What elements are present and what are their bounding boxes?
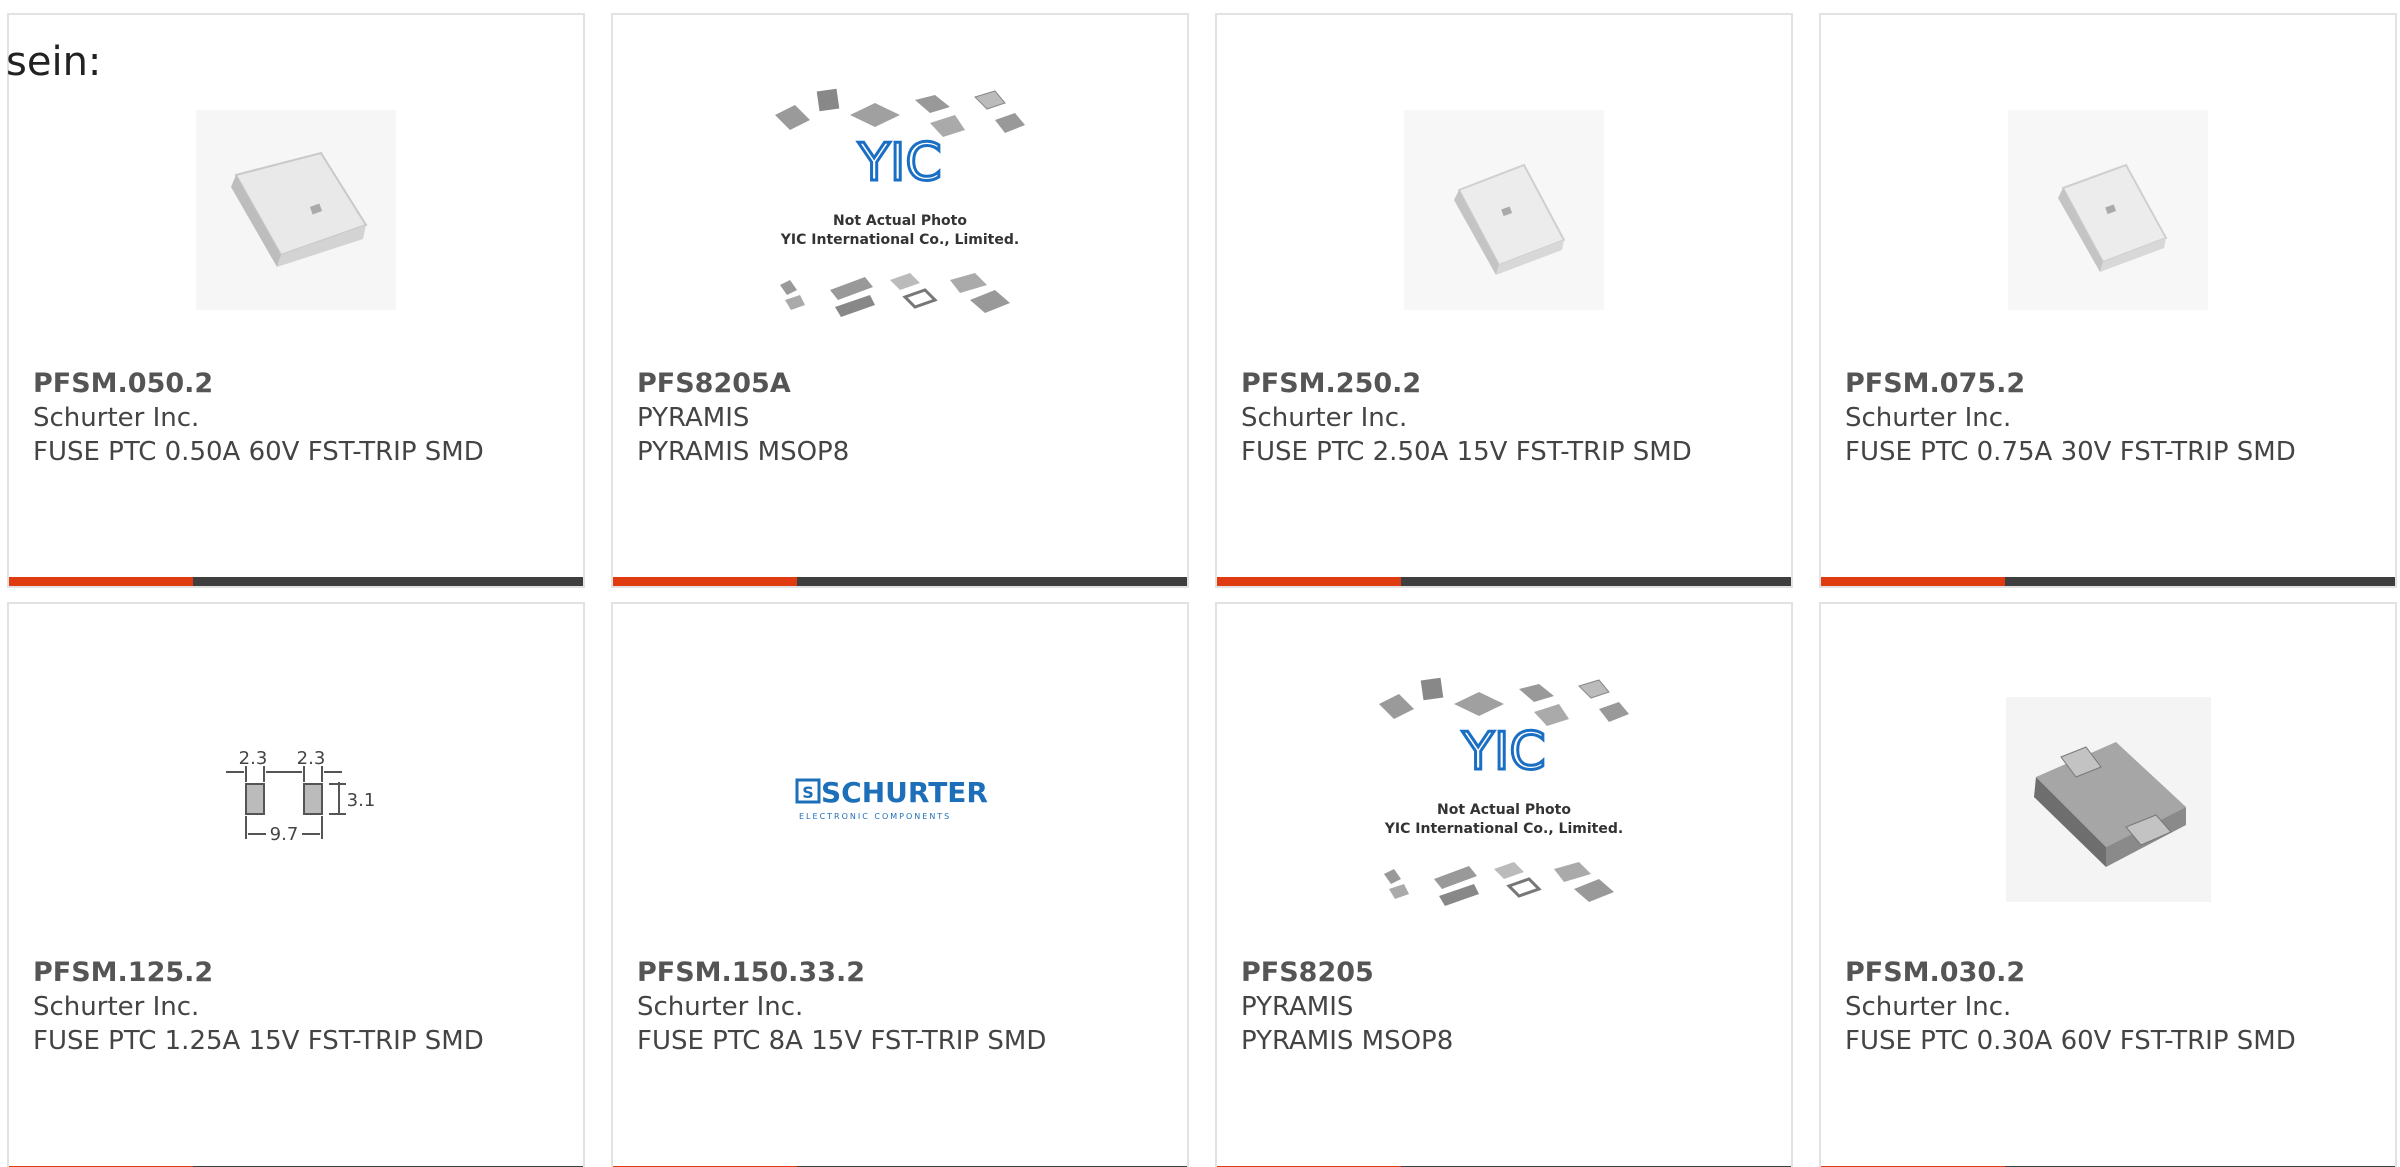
part-number-link[interactable]: PFSM.075.2 — [1845, 367, 2355, 401]
svg-text:3.1: 3.1 — [347, 790, 376, 811]
ptc-fuse-image-icon — [196, 110, 396, 310]
product-image[interactable] — [9, 75, 583, 345]
product-info: PFS8205 PYRAMIS PYRAMIS MSOP8 — [1241, 956, 1751, 1058]
svg-text:Not Actual Photo: Not Actual Photo — [1437, 802, 1571, 818]
svg-text:S: S — [802, 783, 814, 802]
description: FUSE PTC 0.75A 30V FST-TRIP SMD — [1845, 437, 2296, 467]
manufacturer: Schurter Inc. — [1241, 403, 1408, 433]
svg-text:YIC International Co., Limited: YIC International Co., Limited. — [780, 232, 1019, 248]
manufacturer: Schurter Inc. — [637, 992, 804, 1022]
product-card[interactable]: 2.3 2.3 3.1 9.7 PFSM.125.2 Schurter Inc.… — [7, 602, 585, 1167]
product-card[interactable]: PFSM.030.2 Schurter Inc. FUSE PTC 0.30A … — [1819, 602, 2397, 1167]
svg-text:Not Actual Photo: Not Actual Photo — [833, 213, 967, 229]
product-info: PFSM.030.2 Schurter Inc. FUSE PTC 0.30A … — [1845, 956, 2355, 1058]
description: PYRAMIS MSOP8 — [1241, 1026, 1454, 1056]
product-card[interactable]: PFSM.075.2 Schurter Inc. FUSE PTC 0.75A … — [1819, 13, 2397, 588]
schurter-logo-icon: S SCHURTER ELECTRONIC COMPONENTS — [795, 776, 988, 821]
description: FUSE PTC 8A 15V FST-TRIP SMD — [637, 1026, 1047, 1056]
svg-text:YIC: YIC — [1461, 722, 1545, 782]
product-image[interactable]: YIC Not Actual Photo YIC International C… — [613, 75, 1187, 345]
manufacturer: PYRAMIS — [1241, 992, 1354, 1022]
part-number-link[interactable]: PFSM.150.33.2 — [637, 956, 1147, 990]
part-number-link[interactable]: PFS8205A — [637, 367, 1147, 401]
product-card[interactable]: PFSM.250.2 Schurter Inc. FUSE PTC 2.50A … — [1215, 13, 1793, 588]
product-info: PFSM.125.2 Schurter Inc. FUSE PTC 1.25A … — [33, 956, 543, 1058]
product-image[interactable] — [1821, 75, 2395, 345]
product-image[interactable]: 2.3 2.3 3.1 9.7 — [9, 664, 583, 934]
product-grid-page: sein: PFSM.050.2 Schurter Inc. FUSE PTC … — [0, 0, 2400, 1167]
product-image[interactable]: YIC Not Actual Photo YIC International C… — [1217, 664, 1791, 934]
description: FUSE PTC 1.25A 15V FST-TRIP SMD — [33, 1026, 484, 1056]
manufacturer: Schurter Inc. — [33, 403, 200, 433]
manufacturer: Schurter Inc. — [1845, 403, 2012, 433]
product-card[interactable]: YIC Not Actual Photo YIC International C… — [611, 13, 1189, 588]
svg-text:YIC International Co., Limited: YIC International Co., Limited. — [1384, 821, 1623, 837]
part-number-link[interactable]: PFSM.250.2 — [1241, 367, 1751, 401]
part-number-link[interactable]: PFSM.050.2 — [33, 367, 543, 401]
description: FUSE PTC 2.50A 15V FST-TRIP SMD — [1241, 437, 1692, 467]
description: PYRAMIS MSOP8 — [637, 437, 850, 467]
card-bottom-bar — [1821, 577, 2395, 586]
svg-text:ELECTRONIC COMPONENTS: ELECTRONIC COMPONENTS — [799, 812, 951, 821]
product-info: PFS8205A PYRAMIS PYRAMIS MSOP8 — [637, 367, 1147, 469]
product-image[interactable]: S SCHURTER ELECTRONIC COMPONENTS — [613, 664, 1187, 934]
manufacturer: PYRAMIS — [637, 403, 750, 433]
yic-placeholder-image-icon: YIC Not Actual Photo YIC International C… — [775, 88, 1025, 317]
part-number-link[interactable]: PFSM.030.2 — [1845, 956, 2355, 990]
product-info: PFSM.150.33.2 Schurter Inc. FUSE PTC 8A … — [637, 956, 1147, 1058]
manufacturer: Schurter Inc. — [33, 992, 200, 1022]
ptc-fuse-image-icon — [2008, 110, 2208, 310]
intro-text: sein: — [6, 39, 102, 85]
product-card[interactable]: YIC Not Actual Photo YIC International C… — [1215, 602, 1793, 1167]
part-number-link[interactable]: PFSM.125.2 — [33, 956, 543, 990]
card-bottom-bar — [613, 577, 1187, 586]
product-info: PFSM.075.2 Schurter Inc. FUSE PTC 0.75A … — [1845, 367, 2355, 469]
description: FUSE PTC 0.50A 60V FST-TRIP SMD — [33, 437, 484, 467]
card-bottom-bar — [1217, 577, 1791, 586]
product-info: PFSM.250.2 Schurter Inc. FUSE PTC 2.50A … — [1241, 367, 1751, 469]
svg-text:SCHURTER: SCHURTER — [821, 776, 988, 809]
product-card[interactable]: PFSM.050.2 Schurter Inc. FUSE PTC 0.50A … — [7, 13, 585, 588]
description: FUSE PTC 0.30A 60V FST-TRIP SMD — [1845, 1026, 2296, 1056]
product-image[interactable] — [1821, 664, 2395, 934]
svg-text:9.7: 9.7 — [270, 824, 299, 845]
ptc-fuse-dark-image-icon — [2005, 696, 2211, 902]
product-card[interactable]: S SCHURTER ELECTRONIC COMPONENTS PFSM.15… — [611, 602, 1189, 1167]
svg-text:2.3: 2.3 — [239, 748, 268, 769]
product-info: PFSM.050.2 Schurter Inc. FUSE PTC 0.50A … — [33, 367, 543, 469]
part-number-link[interactable]: PFS8205 — [1241, 956, 1751, 990]
ptc-fuse-image-icon — [1404, 110, 1604, 310]
product-image[interactable] — [1217, 75, 1791, 345]
yic-placeholder-image-icon: YIC Not Actual Photo YIC International C… — [1379, 677, 1629, 906]
svg-text:2.3: 2.3 — [297, 748, 326, 769]
footprint-diagram-icon: 2.3 2.3 3.1 9.7 — [226, 748, 376, 845]
manufacturer: Schurter Inc. — [1845, 992, 2012, 1022]
svg-text:YIC: YIC — [857, 133, 941, 193]
card-bottom-bar — [9, 577, 583, 586]
